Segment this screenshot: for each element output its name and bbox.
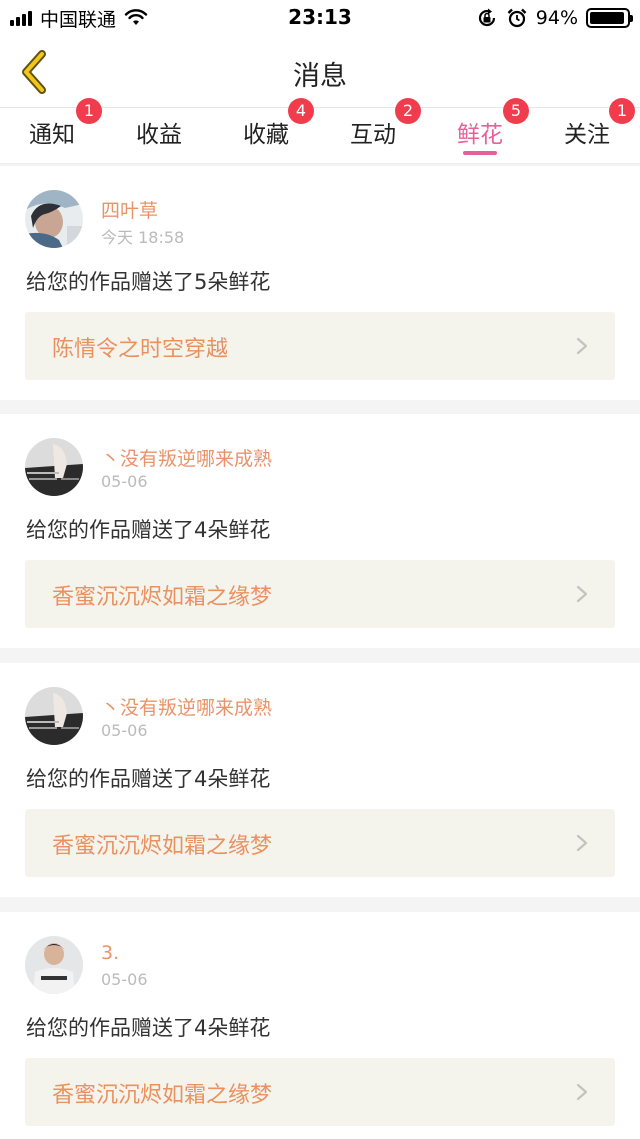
work-title: 香蜜沉沉烬如霜之缘梦 [52,834,273,859]
tab-flowers[interactable]: 鲜花 5 [430,98,530,164]
work-link[interactable]: 香蜜沉沉烬如霜之缘梦 [25,560,615,628]
work-title: 香蜜沉沉烬如霜之缘梦 [52,1083,273,1108]
avatar-photo-icon [25,190,83,248]
avatar-photo-icon [25,936,83,994]
avatar-photo-icon [25,438,83,496]
chevron-right-icon [576,834,588,852]
avatar[interactable] [25,438,83,496]
battery-percent: 94% [535,7,578,29]
message-time: 今天 18:58 [101,228,185,247]
sender-name[interactable]: 四叶草 [101,196,158,223]
message-card: 四叶草 今天 18:58 给您的作品赠送了5朵鲜花 陈情令之时空穿越 [0,166,640,400]
avatar[interactable] [25,190,83,248]
tab-notifications[interactable]: 通知 1 [2,98,102,164]
alarm-icon [507,8,527,28]
page-title: 消息 [293,61,347,92]
avatar[interactable] [25,687,83,745]
nav-bar: 消息 [0,36,640,108]
tab-bar: 通知 1 收益 收藏 4 互动 2 鲜花 5 关注 1 [0,98,640,164]
sender-name[interactable]: 丶没有叛逆哪来成熟 [101,693,272,720]
message-time: 05-06 [101,970,148,989]
unread-badge: 1 [76,98,102,124]
tab-interactions[interactable]: 互动 2 [323,98,423,164]
message-time: 05-06 [101,472,148,491]
chevron-right-icon [576,337,588,355]
message-text: 给您的作品赠送了4朵鲜花 [26,518,271,542]
unread-badge: 5 [503,98,529,124]
tab-label: 收益 [136,122,182,148]
status-bar: 中国联通 23:13 94% [0,0,640,36]
active-tab-indicator [463,151,497,155]
message-time: 05-06 [101,721,148,740]
work-title: 陈情令之时空穿越 [52,337,229,362]
tab-following[interactable]: 关注 1 [537,98,637,164]
unread-badge: 4 [288,98,314,124]
tab-earnings[interactable]: 收益 [109,108,209,164]
status-right: 94% [476,6,633,30]
message-text: 给您的作品赠送了4朵鲜花 [26,767,271,791]
sender-name[interactable]: 丶没有叛逆哪来成熟 [101,444,272,471]
sender-name[interactable]: 3. [101,942,119,964]
unread-badge: 2 [395,98,421,124]
work-link[interactable]: 香蜜沉沉烬如霜之缘梦 [25,809,615,877]
message-card: 丶没有叛逆哪来成熟 05-06 给您的作品赠送了4朵鲜花 香蜜沉沉烬如霜之缘梦 [0,663,640,897]
chevron-right-icon [576,1083,588,1101]
message-card: 3. 05-06 给您的作品赠送了4朵鲜花 香蜜沉沉烬如霜之缘梦 [0,912,640,1139]
avatar-photo-icon [25,687,83,745]
work-link[interactable]: 陈情令之时空穿越 [25,312,615,380]
message-text: 给您的作品赠送了5朵鲜花 [26,270,271,294]
battery-level [590,12,624,24]
work-link[interactable]: 香蜜沉沉烬如霜之缘梦 [25,1058,615,1126]
chevron-right-icon [576,585,588,603]
unread-badge: 1 [609,98,635,124]
avatar[interactable] [25,936,83,994]
message-card: 丶没有叛逆哪来成熟 05-06 给您的作品赠送了4朵鲜花 香蜜沉沉烬如霜之缘梦 [0,414,640,648]
message-text: 给您的作品赠送了4朵鲜花 [26,1016,271,1040]
battery-icon [586,8,633,28]
work-title: 香蜜沉沉烬如霜之缘梦 [52,585,273,610]
tab-favorites[interactable]: 收藏 4 [216,98,316,164]
rotation-lock-icon [478,8,495,27]
